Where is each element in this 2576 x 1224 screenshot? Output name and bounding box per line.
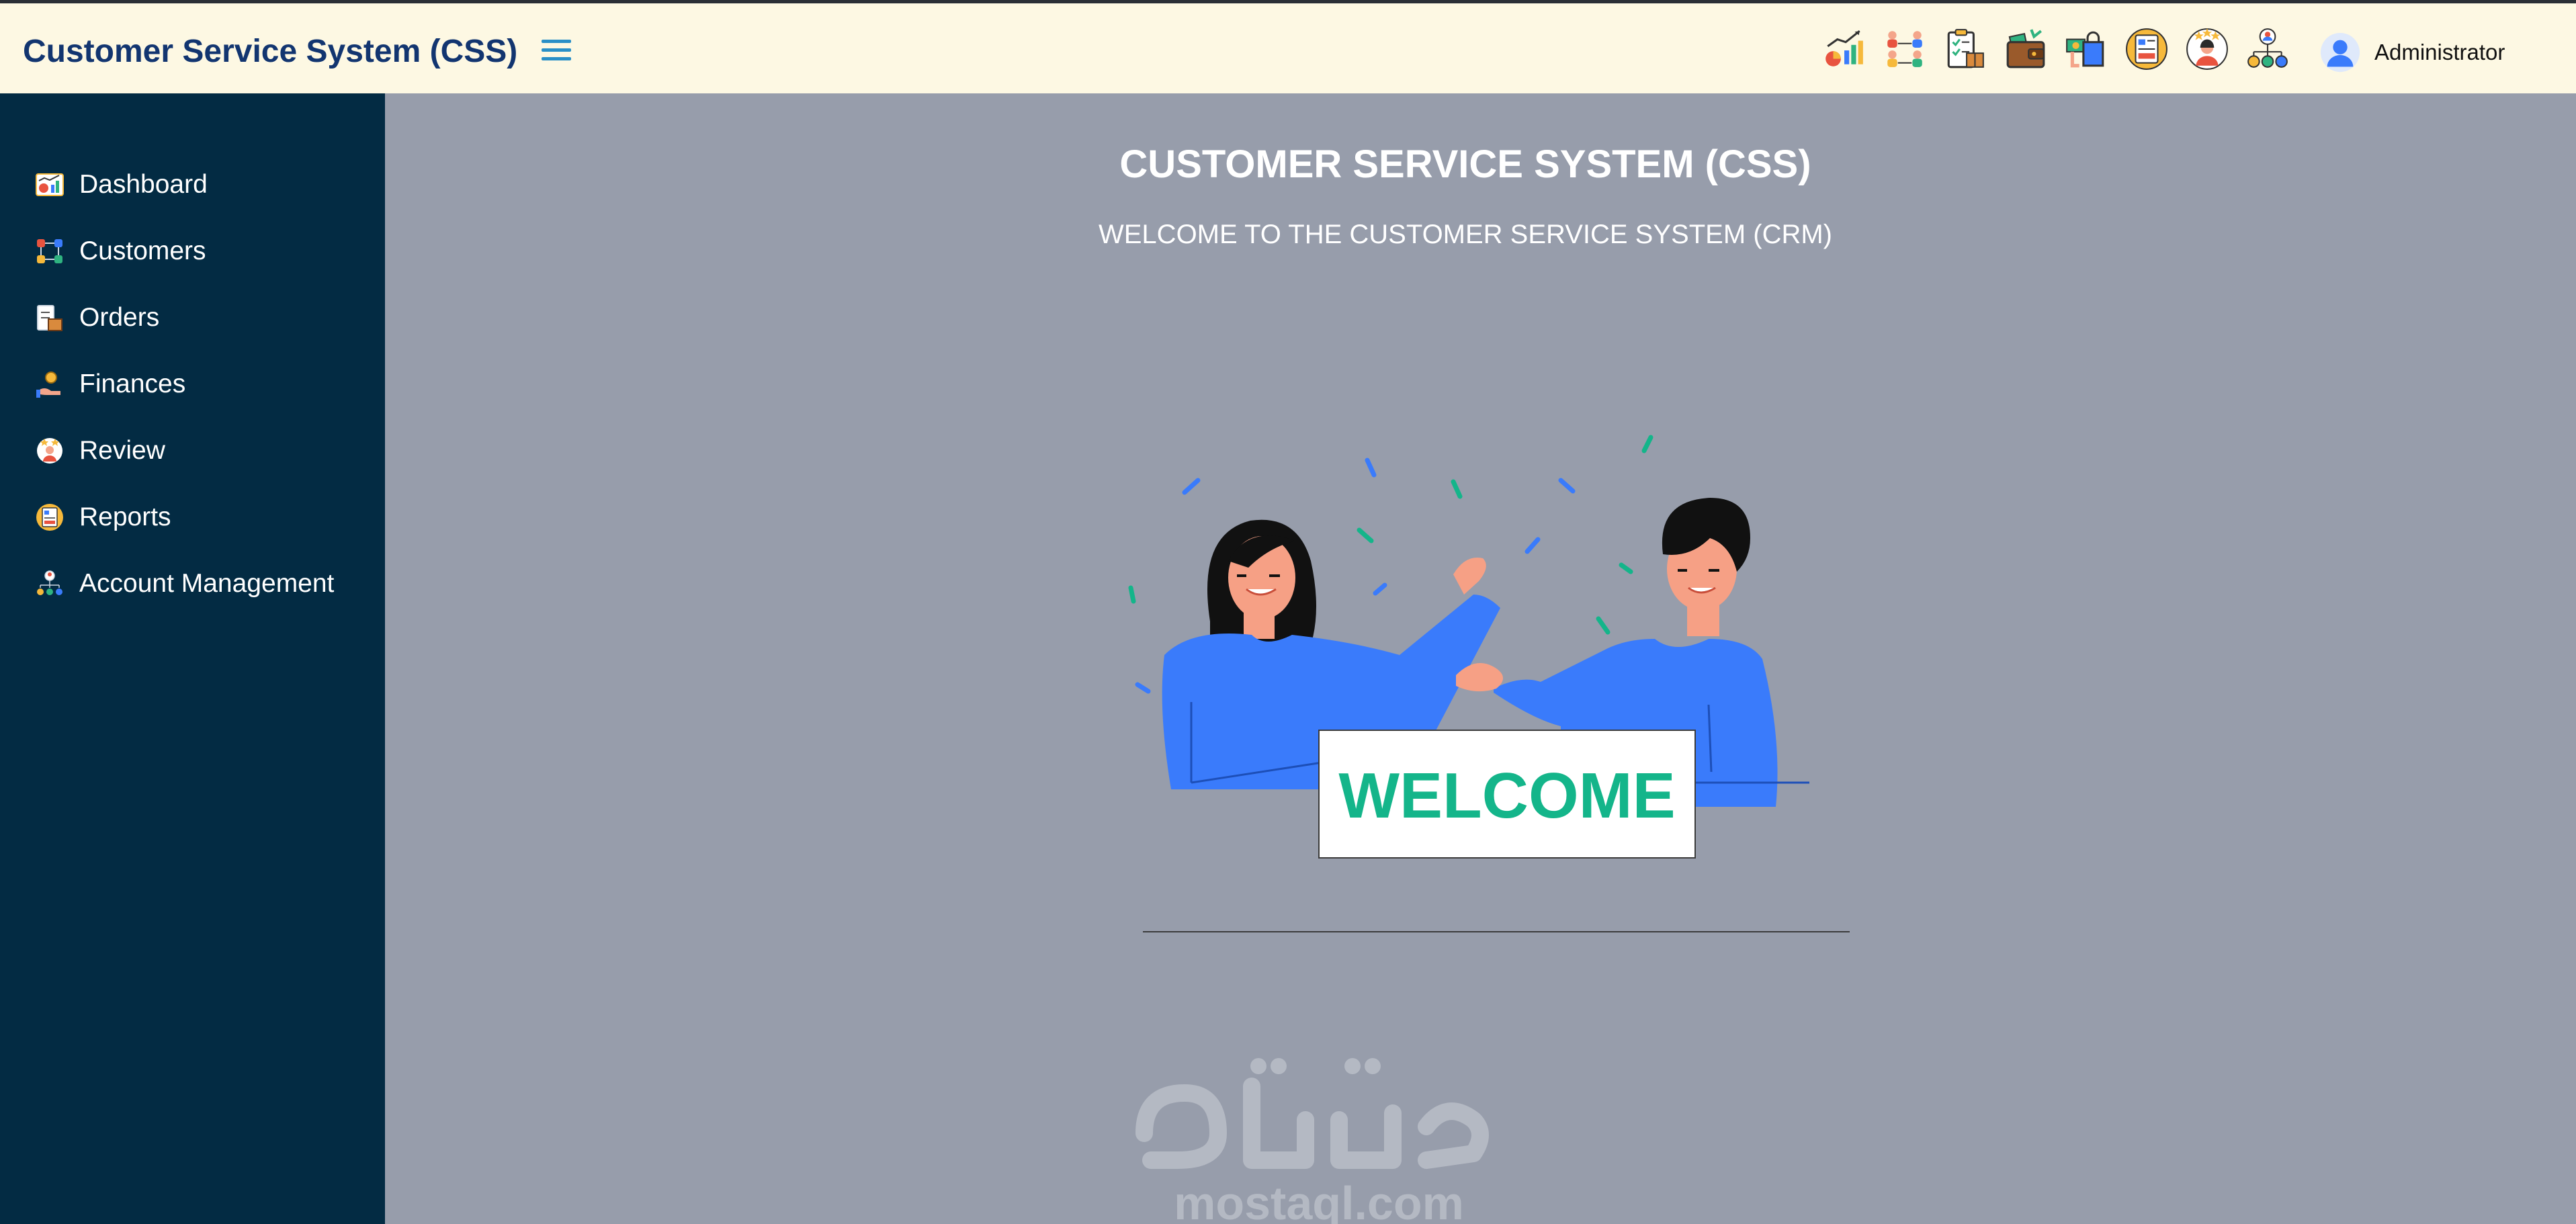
finances-icon [36, 371, 60, 398]
shopping-bag-icon[interactable] [2064, 27, 2108, 71]
reports-book-icon[interactable] [2124, 27, 2169, 71]
dashboard-icon [36, 173, 64, 196]
main-content: CUSTOMER SERVICE SYSTEM (CSS) WELCOME TO… [385, 93, 2576, 1224]
customers-network-icon[interactable] [1883, 27, 1927, 71]
sidebar-item-dashboard[interactable]: Dashboard [0, 151, 385, 218]
finances-wallet-icon[interactable] [2004, 27, 2048, 71]
sidebar-item-label: Review [79, 435, 165, 465]
sidebar-item-reports[interactable]: Reports [0, 484, 385, 550]
review-rating-icon[interactable] [2185, 27, 2229, 71]
sidebar-item-label: Finances [79, 369, 186, 398]
sidebar: Dashboard Customers Orders Finances Revi… [0, 93, 385, 1224]
review-icon [37, 437, 62, 464]
user-menu[interactable]: Administrator [2319, 29, 2505, 76]
sidebar-item-customers[interactable]: Customers [0, 218, 385, 284]
user-avatar-icon [2320, 32, 2360, 73]
watermark-text: mostaql.com [1174, 1177, 1464, 1224]
username-label: Administrator [2374, 40, 2505, 64]
hamburger-menu-icon[interactable] [542, 37, 572, 64]
sidebar-item-label: Dashboard [79, 169, 208, 199]
page-title: CUSTOMER SERVICE SYSTEM (CSS) [1119, 142, 1811, 186]
sidebar-item-finances[interactable]: Finances [0, 351, 385, 417]
sidebar-item-label: Customers [79, 236, 206, 265]
sidebar-item-orders[interactable]: Orders [0, 284, 385, 351]
sidebar-item-label: Account Management [79, 568, 335, 598]
sidebar-nav-list: Dashboard Customers Orders Finances Revi… [0, 151, 385, 617]
mostaql-watermark-logo: mostaql.com [1135, 1058, 1489, 1224]
account-management-icon [37, 570, 62, 595]
dashboard-chart-icon[interactable] [1822, 27, 1866, 71]
top-header: Customer Service System (CSS) Administra… [0, 3, 2576, 93]
account-hierarchy-icon[interactable] [2245, 27, 2290, 71]
customers-icon [37, 238, 62, 263]
orders-clipboard-icon[interactable] [1943, 27, 1987, 71]
sidebar-item-account-management[interactable]: Account Management [0, 550, 385, 617]
welcome-illustration: WELCOME [1128, 435, 1850, 932]
welcome-sign: WELCOME [1318, 730, 1696, 859]
sidebar-item-label: Orders [79, 302, 160, 332]
toolbar-icon-group [1822, 26, 2290, 72]
orders-icon [37, 304, 62, 331]
welcome-sign-text: WELCOME [1338, 760, 1675, 832]
reports-icon [36, 503, 63, 531]
sidebar-item-label: Reports [79, 502, 171, 531]
sidebar-item-review[interactable]: Review [0, 417, 385, 484]
app-brand-title[interactable]: Customer Service System (CSS) [23, 33, 517, 70]
page-subtitle: WELCOME TO THE CUSTOMER SERVICE SYSTEM (… [1099, 220, 1832, 249]
